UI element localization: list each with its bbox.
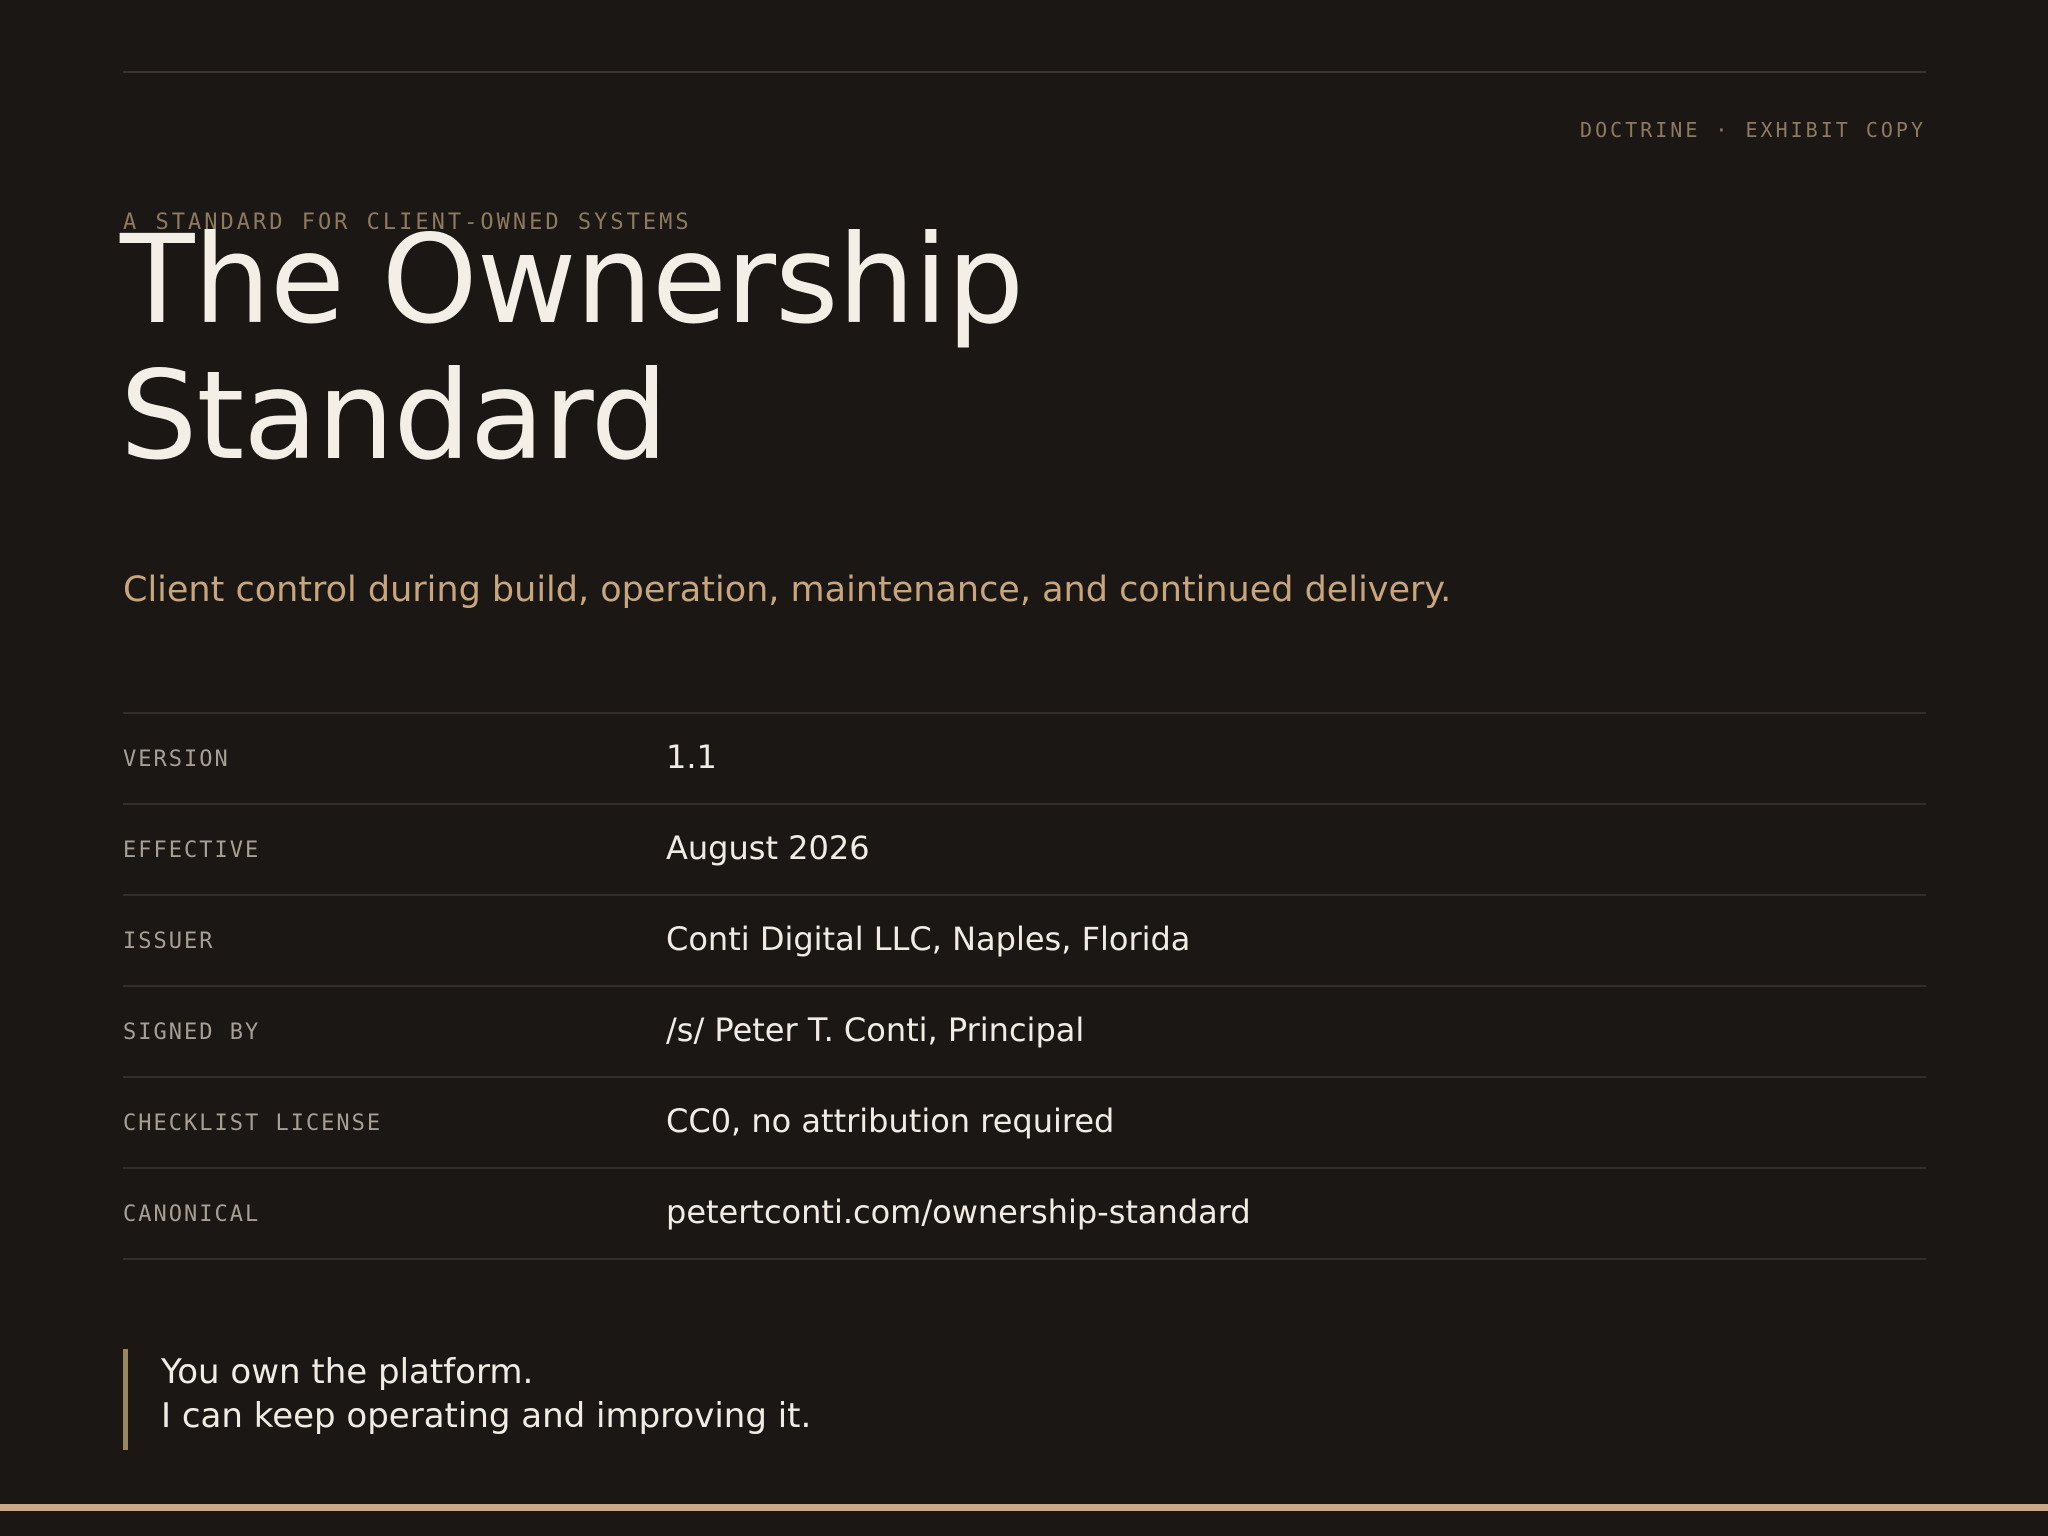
meta-row-version: VERSION 1.1: [123, 714, 1926, 805]
title-line-2: Standard: [120, 345, 668, 487]
meta-value: 1.1: [666, 738, 717, 776]
quote-line-2: I can keep operating and improving it.: [161, 1396, 812, 1436]
meta-value: CC0, no attribution required: [666, 1102, 1115, 1140]
meta-key: CANONICAL: [123, 1202, 261, 1227]
page-title: The Ownership Standard: [120, 212, 1024, 487]
meta-row-issuer: ISSUER Conti Digital LLC, Naples, Florid…: [123, 896, 1926, 987]
meta-key: SIGNED BY: [123, 1020, 261, 1045]
meta-row-signed-by: SIGNED BY /s/ Peter T. Conti, Principal: [123, 987, 1926, 1078]
meta-row-checklist-license: CHECKLIST LICENSE CC0, no attribution re…: [123, 1078, 1926, 1169]
meta-key: ISSUER: [123, 929, 215, 954]
eyebrow-label: A STANDARD FOR CLIENT-OWNED SYSTEMS: [123, 210, 692, 235]
meta-value: Conti Digital LLC, Naples, Florida: [666, 920, 1191, 958]
meta-key: VERSION: [123, 747, 230, 772]
pull-quote: You own the platform. I can keep operati…: [123, 1349, 811, 1450]
meta-row-canonical: CANONICAL petertconti.com/ownership-stan…: [123, 1169, 1926, 1260]
metadata-table: VERSION 1.1 EFFECTIVE August 2026 ISSUER…: [123, 712, 1926, 1260]
meta-value: /s/ Peter T. Conti, Principal: [666, 1011, 1085, 1049]
exhibit-tag: DOCTRINE · EXHIBIT COPY: [1580, 118, 1926, 142]
meta-key: CHECKLIST LICENSE: [123, 1111, 383, 1136]
meta-key: EFFECTIVE: [123, 838, 261, 863]
subtitle: Client control during build, operation, …: [123, 570, 1452, 610]
quote-line-1: You own the platform.: [161, 1352, 534, 1392]
meta-row-effective: EFFECTIVE August 2026: [123, 805, 1926, 896]
canonical-link[interactable]: petertconti.com/ownership-standard: [666, 1193, 1251, 1231]
meta-value: August 2026: [666, 829, 870, 867]
bottom-accent-bar: [0, 1504, 2048, 1511]
top-divider: [123, 71, 1926, 73]
